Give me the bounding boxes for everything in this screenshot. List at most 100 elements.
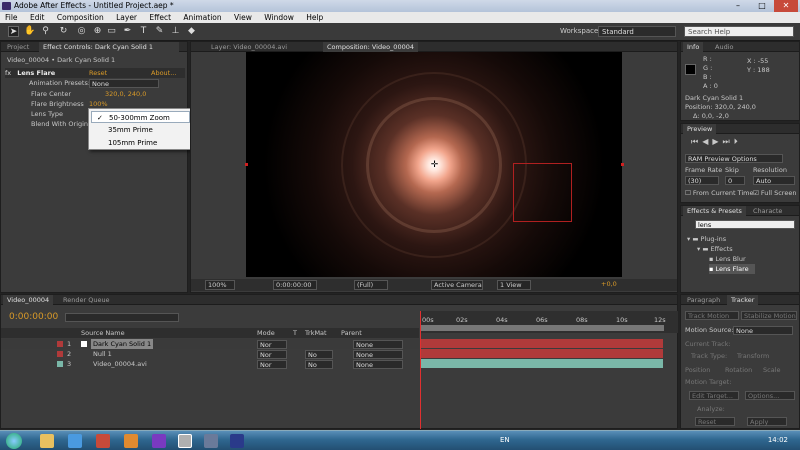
taskbar-clock[interactable]: 14:02 [768, 436, 788, 444]
media-player-icon[interactable] [96, 434, 110, 448]
label-color-chip[interactable] [57, 361, 63, 367]
full-screen-checkbox[interactable]: ☑ Full Screen [753, 188, 796, 198]
close-button[interactable]: ✕ [774, 0, 798, 12]
tab-effect-controls[interactable]: Effect Controls: Dark Cyan Solid 1 [39, 42, 179, 52]
options-button[interactable]: Options... [745, 391, 795, 400]
menu-view[interactable]: View [229, 12, 257, 23]
selection-tool-icon[interactable]: ➤ [8, 26, 19, 37]
tab-composition[interactable]: Composition: Video_00004 [323, 42, 418, 52]
layer-handle-right[interactable] [621, 163, 624, 166]
stabilize-motion-button[interactable]: Stabilize Motion [741, 311, 797, 320]
mask-tool-icon[interactable]: ▭ [106, 26, 117, 37]
tab-audio[interactable]: Audio [711, 42, 737, 52]
type-tool-icon[interactable]: T [138, 26, 149, 37]
timeline-search-input[interactable] [65, 313, 179, 322]
menu-layer[interactable]: Layer [111, 12, 142, 23]
camera-select[interactable]: Active Camera [431, 280, 483, 290]
brush-tool-icon[interactable]: ✎ [154, 26, 165, 37]
layer-selection-box[interactable] [513, 163, 572, 222]
internet-explorer-icon[interactable] [68, 434, 82, 448]
playback-controls[interactable]: ⏮◀▶⏭⏵ [691, 137, 742, 147]
view-layout-select[interactable]: 1 View [497, 280, 531, 290]
tree-lens-flare[interactable]: ▪ Lens Flare [709, 264, 755, 274]
menu-animation[interactable]: Animation [178, 12, 226, 23]
effects-search-input[interactable]: lens [695, 220, 795, 229]
tree-lens-blur[interactable]: ▪ Lens Blur [709, 254, 746, 264]
lens-option-105mm[interactable]: 105mm Prime [91, 137, 190, 149]
menu-help[interactable]: Help [301, 12, 328, 23]
exposure-value[interactable]: +0,0 [599, 280, 619, 290]
layer-duration-bar[interactable] [420, 349, 663, 358]
start-button-icon[interactable] [6, 433, 22, 449]
workspace-select[interactable]: Standard [598, 26, 676, 37]
animation-presets-select[interactable]: None [89, 79, 159, 88]
firefox-icon[interactable] [124, 434, 138, 448]
scale-checkbox[interactable]: Scale [763, 365, 781, 375]
tab-effects-presets[interactable]: Effects & Presets [683, 206, 746, 216]
from-current-time-checkbox[interactable]: ☐ From Current Time [685, 188, 753, 198]
hand-tool-icon[interactable]: ✋ [24, 26, 35, 37]
lens-option-50-300mm[interactable]: ✓ 50-300mm Zoom [91, 111, 190, 123]
tab-timeline-comp[interactable]: Video_00004 [3, 295, 54, 305]
flare-center-crosshair-icon[interactable]: ✛ [430, 161, 439, 170]
after-effects-taskbar-icon[interactable] [178, 434, 192, 448]
menu-composition[interactable]: Composition [52, 12, 109, 23]
fx-icon[interactable]: fx [5, 69, 11, 77]
timeline-timecode[interactable]: 0:00:00:00 [9, 312, 58, 322]
eraser-tool-icon[interactable]: ◆ [186, 26, 197, 37]
track-motion-button[interactable]: Track Motion [685, 311, 739, 320]
ram-preview-options-select[interactable]: RAM Preview Options [685, 154, 783, 163]
edit-target-button[interactable]: Edit Target... [689, 391, 739, 400]
language-indicator[interactable]: EN [500, 436, 510, 444]
tab-tracker[interactable]: Tracker [727, 295, 759, 305]
maximize-button[interactable]: □ [750, 0, 774, 12]
layer-duration-bar[interactable] [420, 339, 663, 348]
flare-center-value[interactable]: 320,0, 240,0 [105, 89, 146, 99]
motion-source-select[interactable]: None [733, 326, 793, 335]
layer-row[interactable]: 3 Video_00004.avi Nor No None [1, 359, 419, 369]
clone-stamp-tool-icon[interactable]: ⊥ [170, 26, 181, 37]
current-time-display[interactable]: 0:00:00:00 [273, 280, 317, 290]
apply-button[interactable]: Apply [747, 417, 787, 426]
minimize-button[interactable]: – [726, 0, 750, 12]
layer-handle-left[interactable] [245, 163, 248, 166]
tab-info[interactable]: Info [683, 42, 704, 52]
tree-effects[interactable]: ▾ ▬ Effects [697, 244, 733, 254]
reset-link[interactable]: Reset [89, 68, 107, 78]
work-area-bar[interactable] [420, 325, 664, 331]
tab-project[interactable]: Project [3, 42, 33, 52]
explorer-icon[interactable] [40, 434, 54, 448]
layer-row[interactable]: 1 Dark Cyan Solid 1 Nor None [1, 339, 419, 349]
app-icon[interactable] [152, 434, 166, 448]
search-help-input[interactable]: Search Help [684, 26, 794, 37]
rotate-tool-icon[interactable]: ↻ [58, 26, 69, 37]
app-icon-2[interactable] [204, 434, 218, 448]
tree-plug-ins[interactable]: ▾ ▬ Plug-ins [687, 234, 726, 244]
resolution-select[interactable]: (Full) [354, 280, 388, 290]
camera-tool-icon[interactable]: ◎ [76, 26, 87, 37]
label-color-chip[interactable] [57, 351, 63, 357]
menu-window[interactable]: Window [259, 12, 299, 23]
resolution-select-preview[interactable]: Auto [753, 176, 795, 185]
pan-behind-tool-icon[interactable]: ⊕ [92, 26, 103, 37]
about-link[interactable]: About... [151, 68, 176, 78]
zoom-tool-icon[interactable]: ⚲ [40, 26, 51, 37]
menu-edit[interactable]: Edit [25, 12, 50, 23]
lens-option-35mm[interactable]: 35mm Prime [91, 124, 190, 136]
premiere-icon[interactable] [230, 434, 244, 448]
reset-button[interactable]: Reset [695, 417, 735, 426]
layer-duration-bar[interactable] [420, 359, 663, 368]
tab-paragraph[interactable]: Paragraph [683, 295, 724, 305]
tab-render-queue[interactable]: Render Queue [59, 295, 114, 305]
label-color-chip[interactable] [57, 341, 63, 347]
menu-effect[interactable]: Effect [144, 12, 176, 23]
tab-layer[interactable]: Layer: Video_00004.avi [207, 42, 291, 52]
tab-preview[interactable]: Preview [683, 124, 717, 134]
menu-file[interactable]: File [0, 12, 23, 23]
current-time-indicator[interactable] [420, 311, 421, 429]
layer-row[interactable]: 2 Null 1 Nor No None [1, 349, 419, 359]
tab-character[interactable]: Characte [749, 206, 786, 216]
magnification-select[interactable]: 100% [205, 280, 235, 290]
position-checkbox[interactable]: Position [685, 365, 710, 375]
rotation-checkbox[interactable]: Rotation [725, 365, 752, 375]
